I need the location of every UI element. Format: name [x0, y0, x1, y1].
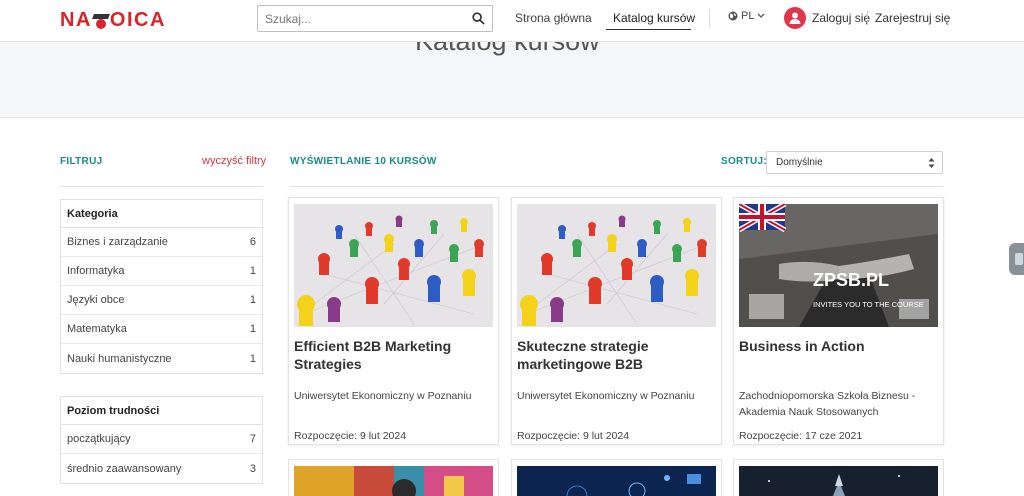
- chevron-down-icon: [758, 13, 765, 18]
- filter-option-label: Nauki humanistyczne: [67, 352, 172, 365]
- filter-option-label: średnio zaawansowany: [67, 462, 182, 475]
- course-image: [517, 204, 716, 327]
- course-image: ZPSB.PL INVITES YOU TO THE COURSE: [739, 204, 938, 327]
- course-start-date: Rozpoczęcie: 17 cze 2021: [739, 430, 863, 442]
- filter-group-difficulty: Poziom trudności początkujący 7 średnio z…: [60, 396, 263, 484]
- filter-option[interactable]: Biznes i zarządzanie 6: [61, 228, 262, 257]
- language-label: PL: [741, 10, 755, 22]
- filter-option[interactable]: początkujący 7: [61, 425, 262, 454]
- globe-icon: [728, 11, 738, 21]
- nav-divider: [709, 9, 710, 27]
- course-image: [517, 466, 716, 496]
- svg-text:ZPSB.PL: ZPSB.PL: [813, 270, 889, 290]
- course-card[interactable]: [733, 459, 944, 496]
- filter-heading: FILTRUJ: [60, 156, 103, 167]
- user-avatar-icon[interactable]: [784, 7, 806, 29]
- filter-group-title: Poziom trudności: [61, 397, 262, 425]
- filter-group-category: Kategoria Biznes i zarządzanie 6 Informat…: [60, 199, 263, 374]
- course-university: Zachodniopomorska Szkoła Biznesu - Akade…: [739, 390, 916, 418]
- course-card[interactable]: Skuteczne strategie marketingowe B2B Uni…: [511, 197, 722, 445]
- filter-option-count: 1: [249, 352, 256, 365]
- course-title[interactable]: Efficient B2B Marketing Strategies: [294, 337, 494, 373]
- active-nav-indicator: [606, 29, 691, 30]
- filter-option[interactable]: Nauki humanistyczne 1: [61, 344, 262, 373]
- filter-option[interactable]: Informatyka 1: [61, 257, 262, 286]
- catalog-content: FILTRUJ wyczyść filtry Kategoria Biznes …: [0, 118, 1024, 496]
- filter-option-label: Matematyka: [67, 323, 127, 335]
- login-link[interactable]: Zaloguj się: [812, 11, 870, 25]
- language-selector[interactable]: PL: [728, 10, 765, 22]
- course-title[interactable]: Skuteczne strategie marketingowe B2B: [517, 337, 717, 373]
- course-card[interactable]: [511, 459, 722, 496]
- course-start-date: Rozpoczęcie: 9 lut 2024: [517, 430, 630, 442]
- filter-option-label: Języki obce: [67, 294, 125, 306]
- filter-option-count: 7: [249, 433, 256, 445]
- sort-label: SORTUJ:: [721, 156, 767, 167]
- user-icon: [789, 12, 801, 24]
- filter-option-count: 1: [249, 323, 256, 335]
- top-header: NAOICA Strona główna Katalog kursów PL Z…: [0, 0, 1024, 42]
- graduation-cap-icon: [93, 12, 109, 30]
- register-link[interactable]: Zarejestruj się: [875, 11, 950, 25]
- sort-select[interactable]: Domyślnie: [766, 151, 943, 174]
- sort-select-value: Domyślnie: [776, 157, 823, 168]
- filter-divider: [60, 186, 263, 187]
- page-hero: Katalog kursów: [0, 42, 1024, 118]
- filter-option-count: 1: [249, 294, 256, 306]
- course-start-date: Rozpoczęcie: 9 lut 2024: [294, 430, 407, 442]
- course-image: [294, 204, 493, 327]
- filter-option-count: 6: [249, 236, 256, 248]
- nav-catalog[interactable]: Katalog kursów: [613, 11, 695, 25]
- page-title: Katalog kursów: [415, 42, 600, 57]
- nav-home[interactable]: Strona główna: [515, 11, 592, 25]
- clear-filters-link[interactable]: wyczyść filtry: [202, 155, 266, 167]
- filter-option-label: Informatyka: [67, 265, 125, 277]
- auth-divider: [867, 11, 868, 25]
- course-image: [294, 466, 493, 496]
- course-university: Uniwersytet Ekonomiczny w Poznaniu: [517, 390, 695, 402]
- search-icon[interactable]: [472, 12, 485, 25]
- navoica-logo[interactable]: NA OICA: [60, 9, 166, 32]
- course-card[interactable]: Efficient B2B Marketing Strategies Uniwe…: [288, 197, 499, 445]
- svg-text:INVITES YOU TO THE COURSE: INVITES YOU TO THE COURSE: [813, 300, 924, 309]
- course-card[interactable]: [288, 459, 499, 496]
- filter-group-title: Kategoria: [61, 200, 262, 228]
- course-university: Uniwersytet Ekonomiczny w Poznaniu: [294, 390, 472, 402]
- search-box: [257, 5, 493, 32]
- filter-option[interactable]: średnio zaawansowany 3: [61, 454, 262, 483]
- filter-option[interactable]: Języki obce 1: [61, 286, 262, 315]
- sort-arrows-icon: [928, 158, 935, 168]
- filter-option-count: 3: [249, 462, 256, 475]
- course-title[interactable]: Business in Action: [739, 337, 939, 355]
- course-image: [739, 466, 938, 496]
- filter-option-count: 1: [249, 265, 256, 277]
- side-widget-tab[interactable]: [1009, 243, 1024, 275]
- filter-option-label: Biznes i zarządzanie: [67, 236, 168, 248]
- results-count: WYŚWIETLANIE 10 KURSÓW: [290, 156, 437, 167]
- course-card[interactable]: ZPSB.PL INVITES YOU TO THE COURSE Busine…: [733, 197, 944, 445]
- uk-flag-icon: [739, 204, 787, 233]
- filter-option[interactable]: Matematyka 1: [61, 315, 262, 344]
- filter-option-label: początkujący: [67, 433, 131, 445]
- search-input[interactable]: [258, 6, 458, 31]
- listing-divider: [290, 186, 943, 187]
